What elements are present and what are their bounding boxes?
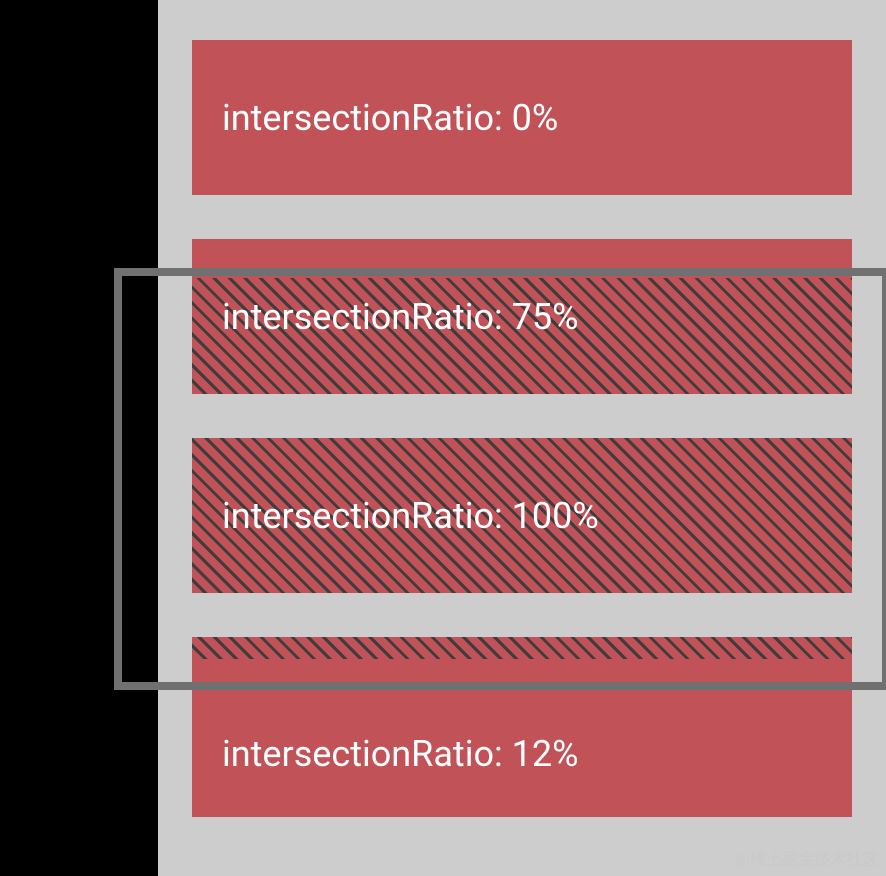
- intersection-overlay-12: [192, 637, 852, 659]
- scroll-container: intersectionRatio: 0% intersectionRatio:…: [158, 0, 886, 876]
- observed-box-0: intersectionRatio: 0%: [192, 40, 852, 195]
- box-label-75: intersectionRatio: 75%: [222, 296, 578, 338]
- box-label-100: intersectionRatio: 100%: [222, 495, 599, 537]
- observed-box-75: intersectionRatio: 75%: [192, 239, 852, 394]
- box-label-12: intersectionRatio: 12%: [222, 733, 578, 775]
- watermark-text: @稀土掘金技术社区: [736, 846, 878, 870]
- observed-box-100: intersectionRatio: 100%: [192, 438, 852, 593]
- observed-box-12: intersectionRatio: 12%: [192, 637, 852, 817]
- box-label-0: intersectionRatio: 0%: [222, 97, 558, 139]
